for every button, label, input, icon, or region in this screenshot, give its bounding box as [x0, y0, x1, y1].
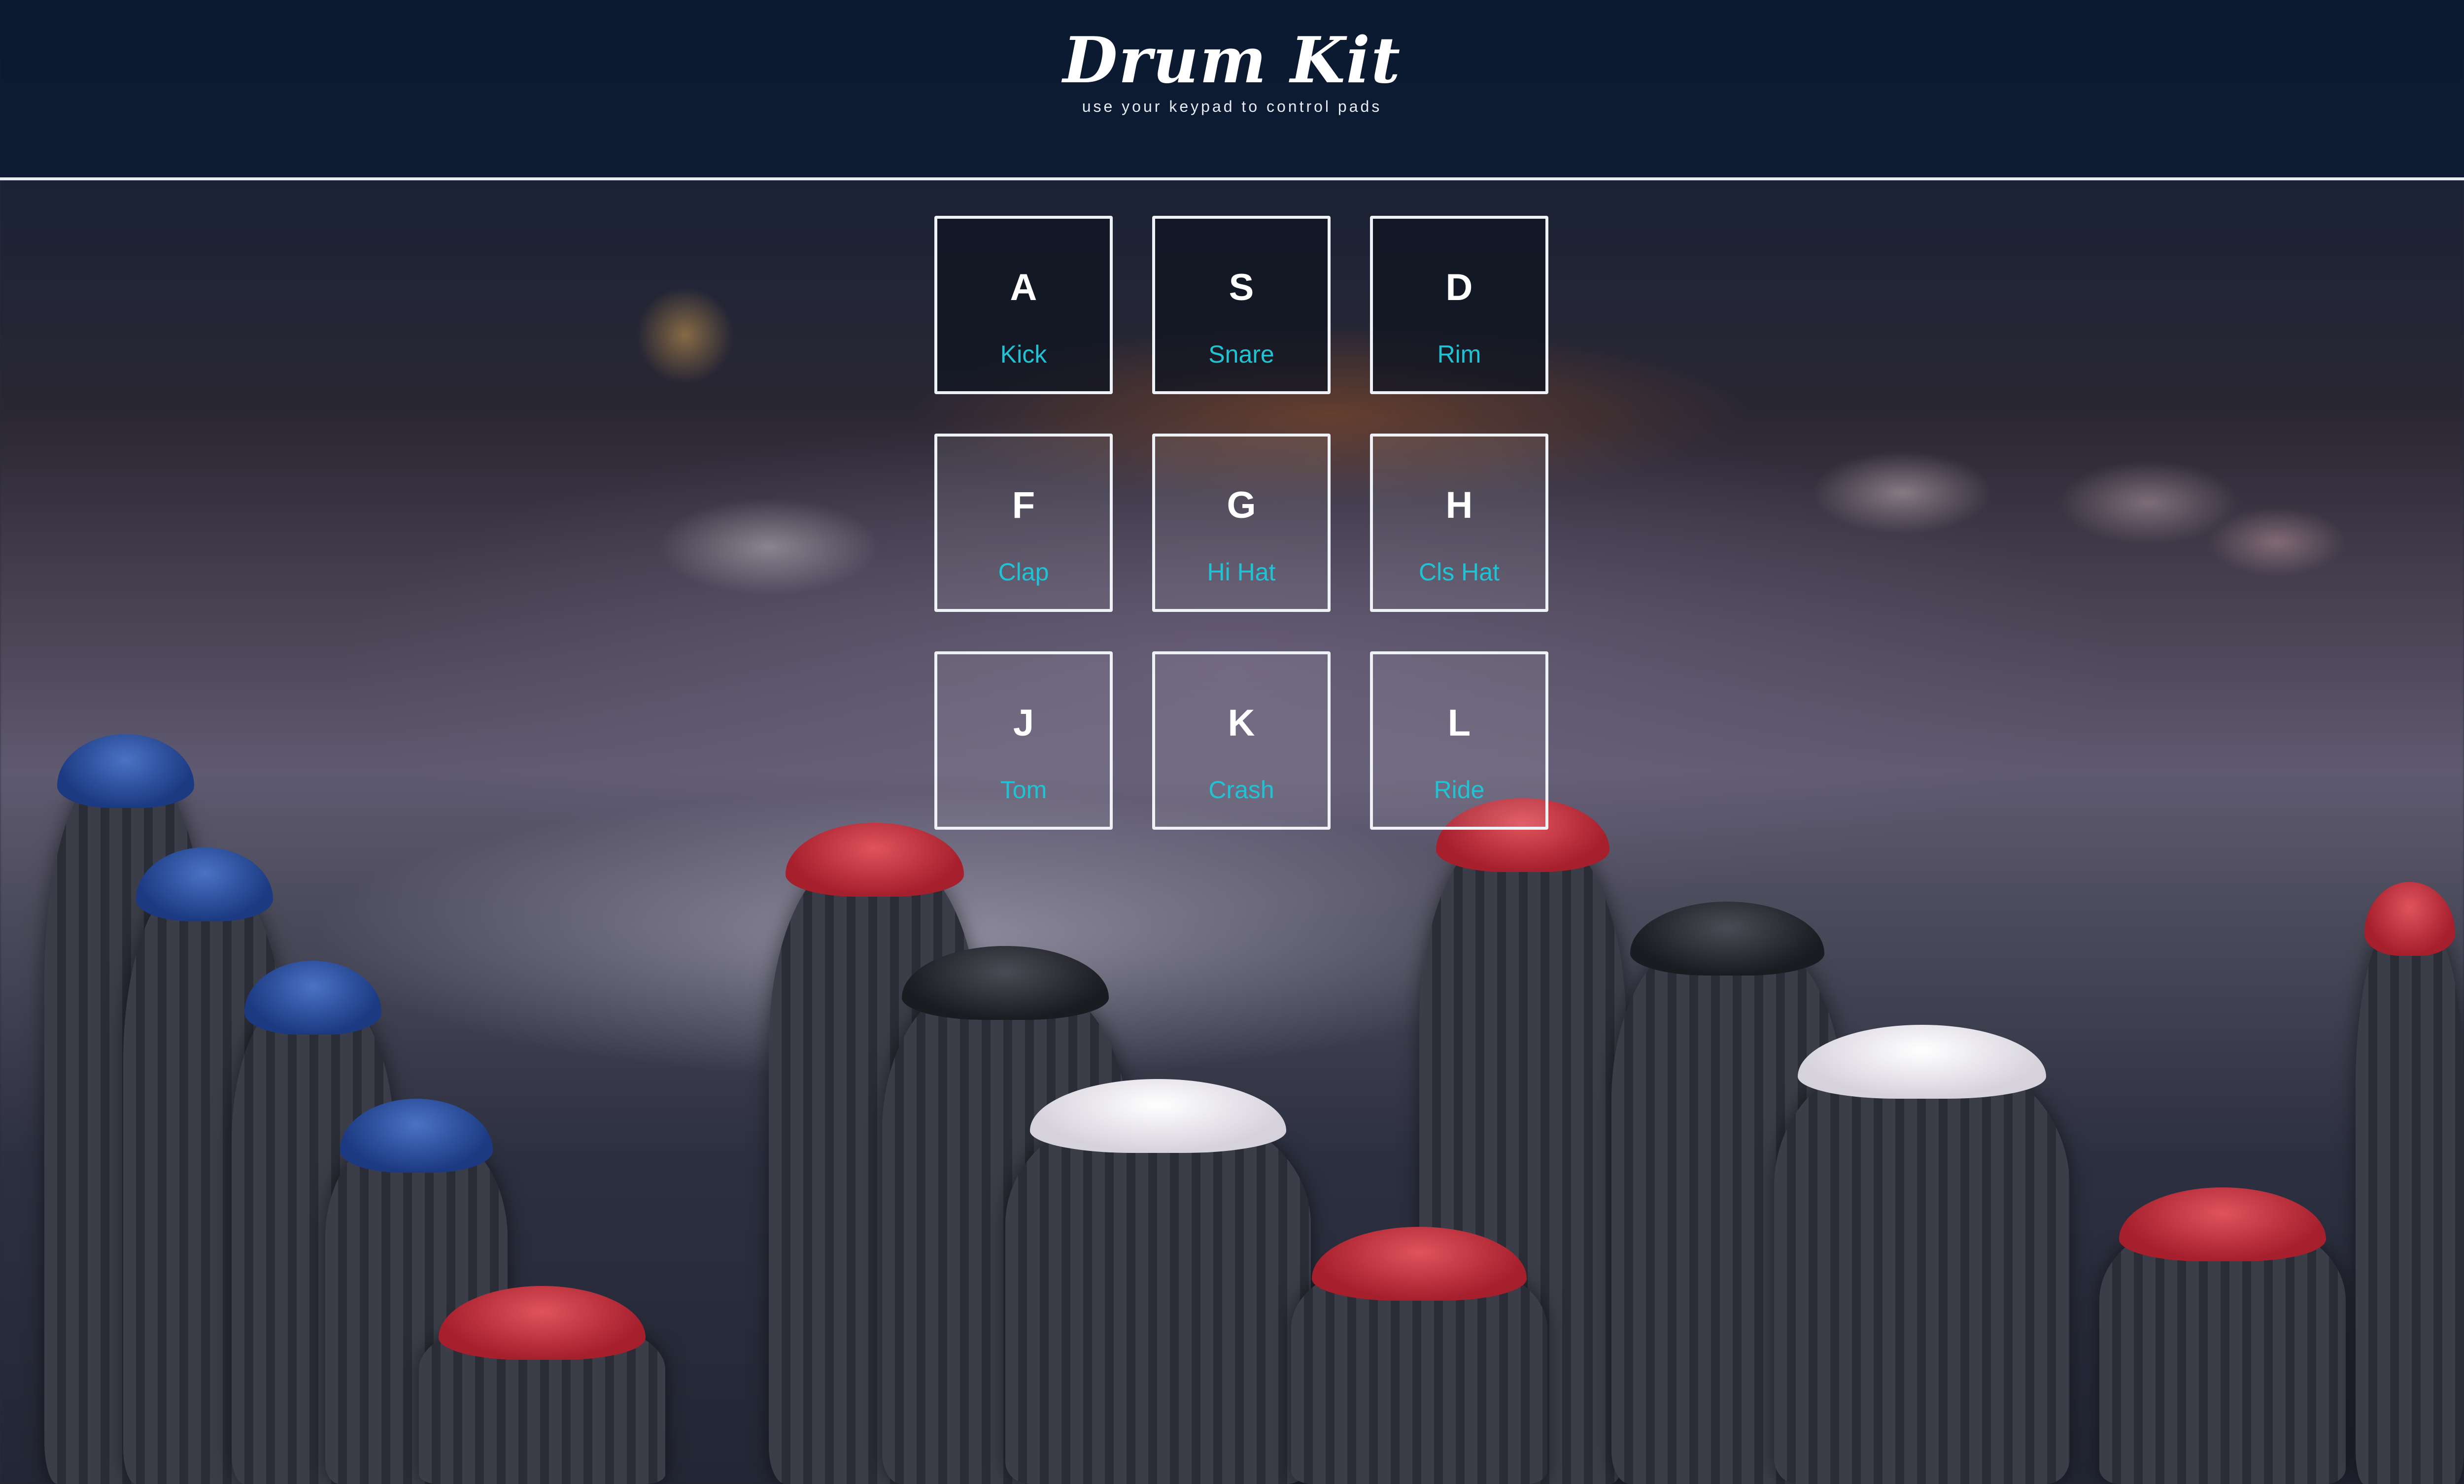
- background-knob: [1774, 1025, 2070, 1484]
- pad-sound-label: Crash: [1208, 776, 1274, 804]
- pad-key-label: H: [1445, 484, 1473, 526]
- drum-kit-page: Drum Kit use your keypad to control pads…: [0, 0, 2464, 1484]
- drum-pad-rim[interactable]: D Rim: [1370, 216, 1548, 394]
- drum-pad-grid: A Kick S Snare D Rim F Clap G Hi Hat H C…: [934, 216, 1548, 830]
- background-knob: [1005, 1079, 1311, 1484]
- pad-key-label: S: [1229, 267, 1254, 308]
- background-knob: [2099, 1187, 2346, 1484]
- drum-pad-cls-hat[interactable]: H Cls Hat: [1370, 434, 1548, 612]
- pad-sound-label: Rim: [1437, 340, 1481, 368]
- background-knob: [419, 1286, 665, 1484]
- pad-key-label: K: [1228, 702, 1255, 744]
- pad-key-label: J: [1013, 702, 1034, 744]
- drum-pad-tom[interactable]: J Tom: [934, 651, 1113, 830]
- pad-key-label: L: [1447, 702, 1471, 744]
- background-knob: [1291, 1227, 1547, 1484]
- drum-pad-clap[interactable]: F Clap: [934, 434, 1113, 612]
- pad-sound-label: Clap: [998, 558, 1049, 586]
- pad-key-label: G: [1227, 484, 1256, 526]
- drum-pad-snare[interactable]: S Snare: [1152, 216, 1331, 394]
- drum-pad-kick[interactable]: A Kick: [934, 216, 1113, 394]
- page-title: Drum Kit: [1062, 24, 1402, 98]
- pad-sound-label: Cls Hat: [1419, 558, 1500, 586]
- background-knob: [2356, 882, 2464, 1484]
- header-bar: Drum Kit use your keypad to control pads: [0, 0, 2464, 180]
- drum-pad-ride[interactable]: L Ride: [1370, 651, 1548, 830]
- pad-sound-label: Tom: [1000, 776, 1047, 804]
- pad-key-label: A: [1010, 267, 1037, 308]
- drum-pad-crash[interactable]: K Crash: [1152, 651, 1331, 830]
- pad-key-label: D: [1445, 267, 1473, 308]
- pad-sound-label: Hi Hat: [1207, 558, 1276, 586]
- pad-sound-label: Ride: [1434, 776, 1485, 804]
- pad-sound-label: Kick: [1000, 340, 1047, 368]
- page-subtitle: use your keypad to control pads: [1082, 98, 1382, 115]
- drum-pad-hi-hat[interactable]: G Hi Hat: [1152, 434, 1331, 612]
- pad-sound-label: Snare: [1208, 340, 1274, 368]
- pad-key-label: F: [1012, 484, 1035, 526]
